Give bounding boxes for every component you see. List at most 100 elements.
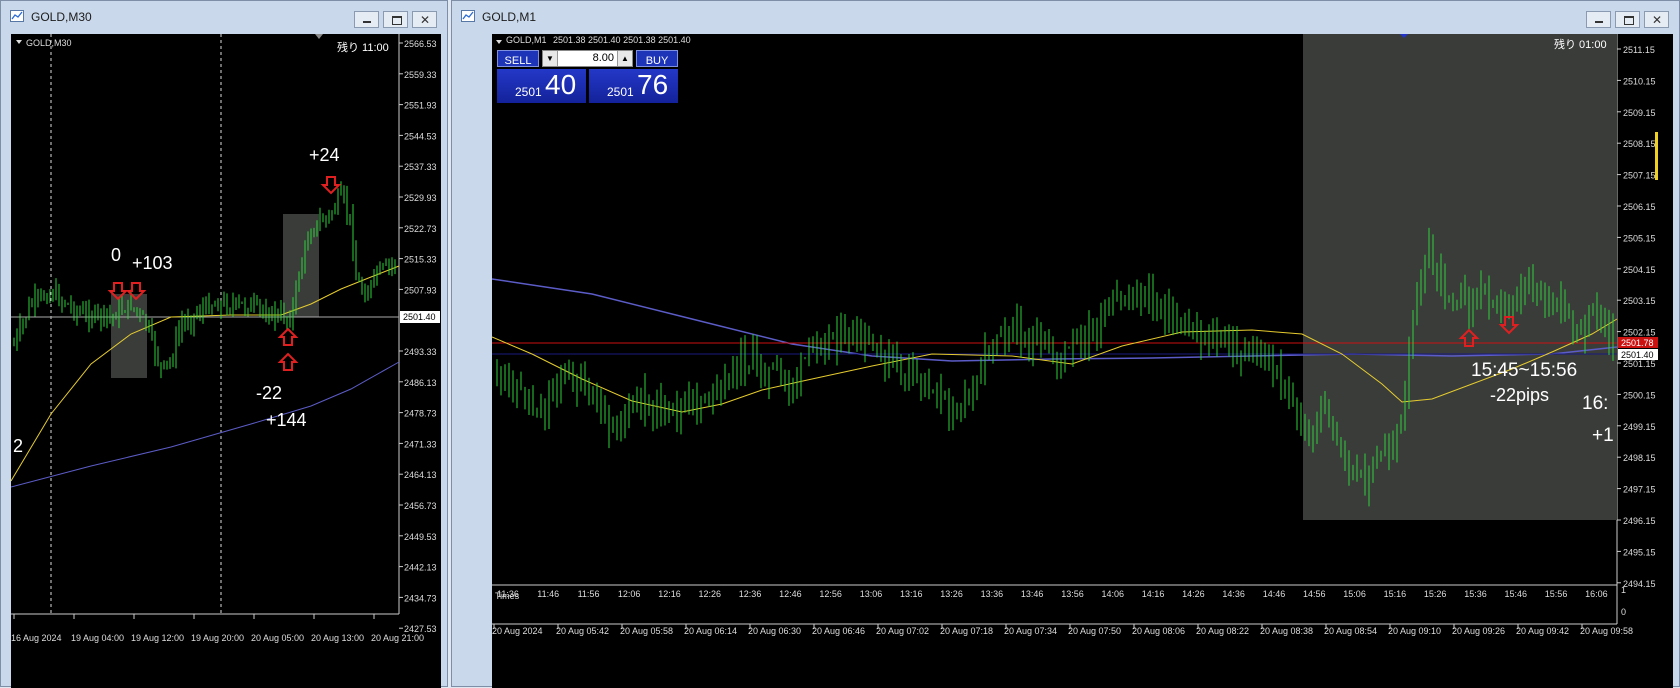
- maximize-button[interactable]: [383, 11, 408, 28]
- time-label: 19 Aug 12:00: [131, 633, 184, 643]
- price-label: 2505.15: [1623, 233, 1656, 243]
- time-label: 20 Aug 08:06: [1132, 626, 1185, 636]
- subwindow-time-label: 13:56: [1061, 589, 1084, 599]
- minimize-button[interactable]: [354, 11, 379, 28]
- annotation-text: +103: [132, 253, 173, 273]
- subwindow-time-label: 15:16: [1384, 589, 1407, 599]
- time-label: 20 Aug 13:00: [311, 633, 364, 643]
- gold-m30-chart-canvas[interactable]: 2566.53 2559.33 2551.93 2544.53 2537.33 2529.…: [11, 34, 441, 688]
- subwindow-time-label: 15:26: [1424, 589, 1447, 599]
- time-label: 20 Aug 07:34: [1004, 626, 1057, 636]
- subwindow-time-label: 16:06: [1585, 589, 1608, 599]
- annotation-text: 16:: [1582, 393, 1608, 414]
- subwindow-time-label: 12:06: [618, 589, 641, 599]
- subwindow-time-label: 14:36: [1222, 589, 1245, 599]
- lot-input[interactable]: 8.00: [593, 52, 614, 64]
- symbol-dropdown-icon: [496, 40, 502, 44]
- time-label: 20 Aug 21:00: [371, 633, 424, 643]
- sell-price-box[interactable]: 2501 40: [497, 69, 586, 103]
- sell-label: SELL: [504, 55, 532, 67]
- subwindow-time-label: 14:26: [1182, 589, 1205, 599]
- ma-fast-line: [11, 265, 400, 482]
- red-line-price-label: 2501.78: [1621, 338, 1654, 348]
- price-label: 2503.15: [1623, 296, 1656, 306]
- gold-m30-titlebar[interactable]: GOLD,M30 ✕: [1, 1, 447, 31]
- buy-price-box[interactable]: 2501 76: [589, 69, 678, 103]
- price-label: 2506.15: [1623, 202, 1656, 212]
- price-label: 2502.15: [1623, 328, 1656, 338]
- highlight-box: [1303, 34, 1617, 520]
- lot-increase-button[interactable]: ▲: [617, 51, 632, 66]
- time-label: 20 Aug 08:38: [1260, 626, 1313, 636]
- price-label: 2497.15: [1623, 485, 1656, 495]
- shift-marker-icon: [315, 34, 323, 39]
- subwindow-time-label: 13:16: [900, 589, 923, 599]
- subwindow-time-label: 14:46: [1263, 589, 1286, 599]
- annotation-text: +144: [266, 410, 307, 430]
- minimize-button[interactable]: [1586, 11, 1611, 28]
- symbol-label: GOLD,M1: [506, 35, 547, 45]
- price-label: 2551.93: [404, 101, 437, 111]
- annotation-text: -22: [256, 383, 282, 403]
- price-label: 2456.73: [404, 501, 437, 511]
- price-label: 2522.73: [404, 224, 437, 234]
- gold-m1-titlebar[interactable]: GOLD,M1 ✕: [452, 1, 1679, 31]
- close-button[interactable]: ✕: [1644, 11, 1669, 28]
- price-label: 2442.13: [404, 563, 437, 573]
- price-label: 2566.53: [404, 39, 437, 49]
- time-label: 20 Aug 06:14: [684, 626, 737, 636]
- time-label: 20 Aug 05:00: [251, 633, 304, 643]
- chart-window-icon: [10, 10, 24, 22]
- time-label: 20 Aug 05:42: [556, 626, 609, 636]
- buy-button[interactable]: BUY: [636, 50, 678, 67]
- price-label: 2515.33: [404, 255, 437, 265]
- volume-marker: [1655, 132, 1658, 180]
- time-label: 20 Aug 05:58: [620, 626, 673, 636]
- price-label: 2544.53: [404, 131, 437, 141]
- down-arrow-icon: [320, 176, 342, 195]
- price-label: 2500.15: [1623, 390, 1656, 400]
- price-label: 2499.15: [1623, 422, 1656, 432]
- sell-button[interactable]: SELL: [497, 50, 539, 67]
- subwindow-time-label: 13:26: [940, 589, 963, 599]
- subwindow-time-label: 11:56: [578, 589, 600, 599]
- price-label: 2508.15: [1623, 139, 1656, 149]
- lot-decrease-button[interactable]: ▼: [543, 51, 558, 66]
- price-label: 2529.93: [404, 193, 437, 203]
- gold-m1-chart-canvas[interactable]: 2511.15 2510.15 2509.15 2508.15 2507.15 2506.…: [492, 34, 1673, 688]
- time-label: 20 Aug 06:30: [748, 626, 801, 636]
- lot-stepper[interactable]: ▼ 8.00 ▲: [542, 50, 633, 67]
- time-label: 20 Aug 07:02: [876, 626, 929, 636]
- time-label: 20 Aug 08:54: [1324, 626, 1377, 636]
- price-label: 2537.33: [404, 162, 437, 172]
- close-button[interactable]: ✕: [412, 11, 437, 28]
- current-price-label: 2501.40: [1621, 350, 1654, 360]
- price-label: 2486.13: [404, 378, 437, 388]
- window-title: GOLD,M1: [482, 10, 537, 24]
- chart-window-icon: [461, 10, 475, 22]
- annotation-text: +24: [309, 145, 340, 165]
- subwindow-time-label: 15:36: [1464, 589, 1487, 599]
- price-label: 2434.73: [404, 593, 437, 603]
- one-click-trading-panel: SELL ▼ 8.00 ▲ BUY 2501 40 2501 76: [497, 50, 678, 103]
- gold-m30-window: GOLD,M30 ✕ 2566.53 2559.33 2551.93 2544.53 2…: [0, 0, 448, 688]
- subwindow-scale-label: 0: [1621, 607, 1626, 617]
- time-label: 19 Aug 20:00: [191, 633, 244, 643]
- price-label: 2471.33: [404, 439, 437, 449]
- subwindow-time-label: 13:06: [860, 589, 883, 599]
- buy-price-small: 2501: [607, 85, 634, 99]
- maximize-button[interactable]: [1615, 11, 1640, 28]
- price-label: 2495.15: [1623, 547, 1656, 557]
- annotation-text: 0: [111, 245, 121, 265]
- buy-price-big: 76: [637, 69, 669, 100]
- gold-m30-chart[interactable]: 2566.53 2559.33 2551.93 2544.53 2537.33 2529.…: [11, 34, 441, 688]
- subwindow-time-label: 12:26: [699, 589, 722, 599]
- subwindow-time-label: 15:46: [1505, 589, 1528, 599]
- subwindow-time-label: 13:36: [981, 589, 1004, 599]
- gold-m1-chart[interactable]: 2511.15 2510.15 2509.15 2508.15 2507.15 2506.…: [492, 34, 1673, 688]
- symbol-label: GOLD,M30: [26, 38, 72, 48]
- price-label: 2507.15: [1623, 171, 1656, 181]
- annotation-text: -22pips: [1490, 385, 1549, 405]
- price-label: 2478.73: [404, 409, 437, 419]
- subwindow-time-label: 12:46: [779, 589, 802, 599]
